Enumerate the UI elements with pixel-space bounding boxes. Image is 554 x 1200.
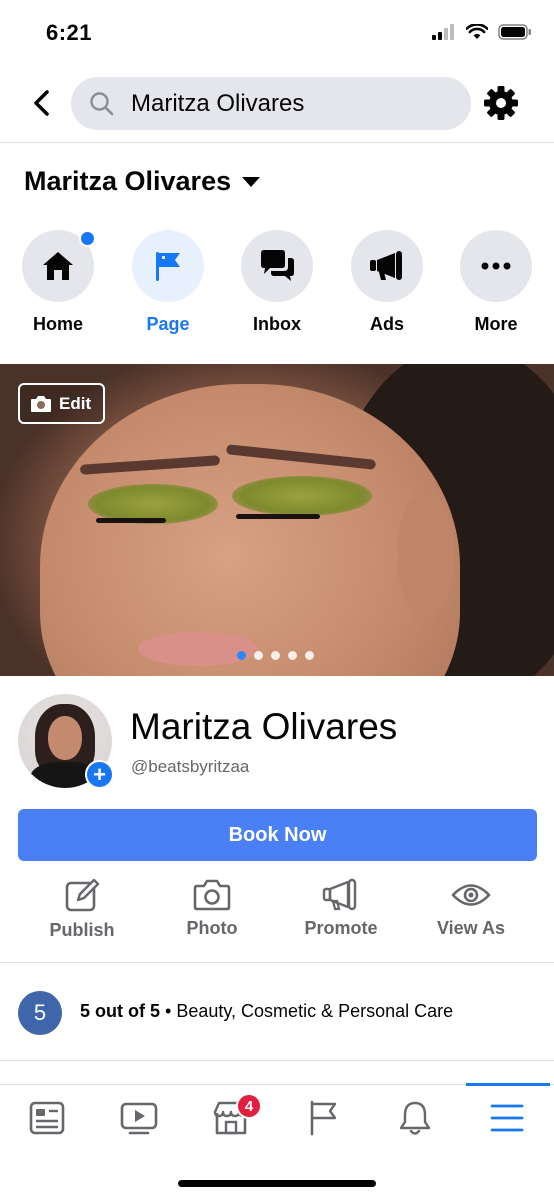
home-icon (43, 252, 73, 280)
marketplace-badge: 4 (236, 1093, 262, 1119)
edit-cover-button[interactable]: Edit (18, 383, 105, 424)
nav-more-label: More (474, 314, 518, 334)
nav-more[interactable]: More (446, 230, 546, 335)
camera-icon (193, 879, 231, 911)
news-feed-icon (29, 1101, 65, 1135)
nav-home[interactable]: Home (8, 230, 108, 335)
edit-icon (65, 878, 100, 912)
page-category: Beauty, Cosmetic & Personal Care (176, 1001, 454, 1021)
section-divider (0, 962, 554, 963)
photo-button[interactable]: Photo (152, 878, 272, 939)
cellular-signal-icon (432, 24, 454, 40)
nav-page[interactable]: Page (118, 230, 218, 335)
publish-label: Publish (49, 920, 115, 940)
cover-pagination (237, 651, 314, 660)
rating-separator: • (165, 1001, 172, 1021)
search-query: Maritza Olivares (131, 89, 305, 117)
page-name: Maritza Olivares (24, 166, 232, 196)
avatar-face (48, 716, 82, 760)
home-indicator (178, 1180, 376, 1187)
megaphone-icon (370, 251, 402, 280)
plus-icon: + (93, 761, 106, 787)
more-icon (481, 262, 511, 270)
header-divider (0, 142, 554, 143)
back-button[interactable] (26, 86, 56, 120)
caret-down-icon (242, 176, 261, 187)
section-divider (0, 1060, 554, 1061)
rating-score: 5 out of 5 (80, 1001, 160, 1021)
cover-dot[interactable] (237, 651, 246, 660)
home-notification-dot (79, 230, 96, 247)
nav-ads[interactable]: Ads (337, 230, 437, 335)
nav-ads-label: Ads (369, 314, 404, 334)
nav-inbox-label: Inbox (253, 314, 301, 334)
menu-icon (490, 1104, 524, 1132)
pages-flag-icon (310, 1100, 337, 1136)
view-as-label: View As (436, 918, 506, 938)
megaphone-icon (322, 878, 357, 911)
cover-dot[interactable] (254, 651, 263, 660)
messages-icon (261, 250, 294, 281)
nav-page-label: Page (146, 314, 190, 334)
status-time: 6:21 (46, 20, 93, 45)
camera-icon (31, 395, 51, 412)
view-as-button[interactable]: View As (411, 878, 531, 939)
nav-inbox-circle (241, 230, 313, 302)
bottom-tab-bar: 4 (0, 1084, 554, 1154)
chevron-left-icon (34, 90, 49, 116)
profile-handle[interactable]: @beatsbyritzaa (131, 757, 249, 777)
search-icon (90, 91, 114, 115)
photo-label: Photo (186, 918, 238, 938)
cover-lips (138, 632, 258, 666)
book-now-button[interactable]: Book Now (18, 809, 537, 861)
bell-icon (399, 1101, 431, 1135)
nav-inbox[interactable]: Inbox (227, 230, 327, 335)
page-nav: Home Page Inbox Ads More (0, 230, 554, 340)
rating-badge: 5 (18, 991, 62, 1035)
nav-ads-circle (351, 230, 423, 302)
cover-dot[interactable] (271, 651, 280, 660)
gear-icon (484, 86, 518, 120)
cover-eyeshadow-right (232, 476, 372, 516)
watch-icon (120, 1102, 158, 1135)
nav-home-label: Home (32, 314, 83, 334)
tab-notifications[interactable] (368, 1085, 462, 1151)
battery-icon (498, 24, 531, 40)
nav-home-circle (22, 230, 96, 302)
search-input[interactable]: Maritza Olivares (71, 77, 471, 130)
promote-button[interactable]: Promote (281, 878, 401, 939)
promote-label: Promote (304, 918, 378, 938)
cover-ear (398, 494, 454, 614)
cover-dot[interactable] (288, 651, 297, 660)
nav-page-circle (132, 230, 204, 302)
active-tab-indicator (466, 1083, 550, 1086)
profile-name: Maritza Olivares (130, 706, 398, 747)
settings-button[interactable] (482, 84, 520, 122)
tab-menu[interactable] (460, 1085, 554, 1151)
add-profile-photo-button[interactable]: + (85, 760, 114, 789)
cover-lash-left (96, 518, 166, 523)
nav-more-circle (460, 230, 532, 302)
status-icons (432, 24, 532, 40)
cover-lash-right (236, 514, 320, 519)
page-switcher[interactable]: Maritza Olivares (24, 166, 261, 197)
tab-pages[interactable] (276, 1085, 370, 1151)
edit-cover-label: Edit (59, 393, 92, 413)
tab-watch[interactable] (92, 1085, 186, 1151)
cover-dot[interactable] (305, 651, 314, 660)
tab-news-feed[interactable] (0, 1085, 94, 1151)
page-actions: Publish Photo Promote View As (0, 878, 554, 948)
flag-icon (156, 252, 180, 281)
publish-button[interactable]: Publish (22, 878, 142, 941)
eye-icon (451, 884, 491, 906)
rating-line[interactable]: 5 out of 5 • Beauty, Cosmetic & Personal… (80, 1001, 453, 1022)
tab-marketplace[interactable]: 4 (184, 1085, 278, 1151)
wifi-icon (466, 24, 488, 39)
